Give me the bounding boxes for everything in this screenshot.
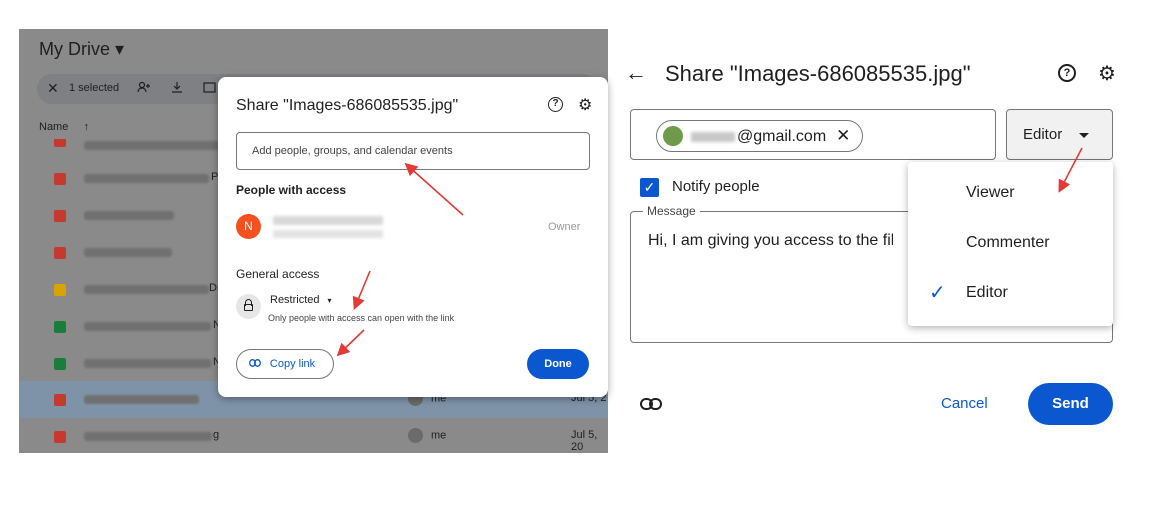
role-menu: Viewer Commenter ✓ Editor [908,162,1113,326]
recipient-chip[interactable]: @gmail.com ✕ [656,120,864,152]
general-access-heading: General access [236,267,320,281]
slides-file-icon [54,284,66,296]
sheets-file-icon [54,321,66,333]
check-icon: ✓ [929,282,946,304]
settings-icon[interactable]: ⚙ [1098,61,1116,86]
owner-cell: me [408,428,446,443]
role-option-viewer[interactable]: Viewer [966,184,1015,202]
access-level-dropdown[interactable]: Restricted ▾ [270,294,332,306]
people-with-access-heading: People with access [236,183,347,197]
date-cell: Jul 5, 20 [571,429,598,453]
share-dialog-title: Share "Images-686085535.jpg" [236,97,459,114]
settings-icon[interactable]: ⚙ [578,95,592,115]
link-icon [248,358,264,370]
recipient-avatar [663,126,683,146]
help-icon[interactable]: ? [1058,64,1076,82]
cancel-button[interactable]: Cancel [941,395,988,412]
chevron-down-icon [1079,133,1089,138]
selected-count: 1 selected [69,82,120,94]
notify-label: Notify people [672,178,760,195]
move-icon[interactable] [203,81,216,96]
share-dialog: Share "Images-686085535.jpg" ? ⚙ Add peo… [218,77,608,397]
download-icon[interactable] [171,81,183,96]
role-dropdown[interactable]: Editor [1006,109,1113,160]
name-column-header[interactable]: Name ↑ [39,121,89,133]
back-arrow-icon[interactable]: ← [625,60,647,86]
role-option-commenter[interactable]: Commenter [966,234,1050,252]
image-file-icon [54,247,66,259]
access-description: Only people with access can open with th… [268,313,455,323]
owner-name-blurred [273,216,383,225]
image-file-icon [54,394,66,406]
owner-role: Owner [548,221,581,233]
add-people-input[interactable]: Add people, groups, and calendar events [236,132,590,170]
message-text[interactable]: Hi, I am giving you access to the fil [648,232,893,250]
clear-selection-icon[interactable]: ✕ [47,80,59,97]
remove-recipient-icon[interactable]: ✕ [836,126,850,145]
lock-icon [236,294,261,319]
send-button[interactable]: Send [1028,383,1113,425]
owner-avatar-icon [408,428,423,443]
help-icon[interactable]: ? [548,97,563,112]
chevron-down-icon: ▾ [327,296,332,305]
copy-link-button[interactable]: Copy link [236,349,334,379]
email-blurred [691,131,735,142]
message-label: Message [643,204,700,218]
done-button[interactable]: Done [527,349,589,379]
share-dialog-large-title: Share "Images-686085535.jpg" [665,61,971,86]
owner-avatar: N [236,214,261,239]
role-option-editor[interactable]: Editor [966,284,1008,302]
owner-email-blurred [273,230,383,238]
file-row[interactable]: g me Jul 5, 20 [19,418,608,453]
link-icon[interactable] [640,393,662,416]
notify-checkbox[interactable]: ✓ [640,178,659,197]
image-file-icon [54,139,66,147]
image-file-icon [54,173,66,185]
image-file-icon [54,431,66,443]
recipients-field[interactable]: @gmail.com ✕ [630,109,996,160]
drive-title[interactable]: My Drive ▾ [39,39,124,60]
share-person-icon[interactable] [137,81,151,96]
share-dialog-large: ← Share "Images-686085535.jpg" ? ⚙ @gmai… [610,0,1167,515]
image-file-icon [54,210,66,222]
excel-file-icon [54,358,66,370]
